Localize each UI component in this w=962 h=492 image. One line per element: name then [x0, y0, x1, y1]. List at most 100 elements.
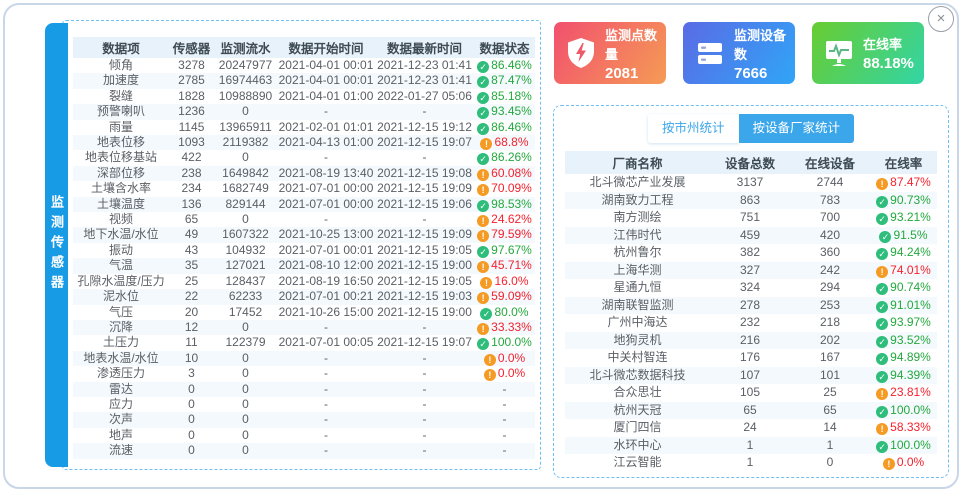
- flow-count-cell: 0: [214, 397, 277, 412]
- start-time-cell: -: [277, 150, 375, 165]
- tab-by-city[interactable]: 按市州统计: [648, 114, 739, 143]
- sensor-count-cell: 2785: [169, 73, 214, 88]
- sensor-count-cell: 0: [169, 428, 214, 443]
- status-cell: ✓86.46%: [474, 120, 535, 135]
- status-rate: 0.0%: [897, 455, 924, 469]
- sensor-count-cell: 1236: [169, 104, 214, 119]
- table-row: 深部位移23816498422021-08-19 13:402021-12-15…: [73, 166, 535, 181]
- status-rate: 0.0%: [498, 366, 525, 380]
- status-cell: ✓100.0%: [474, 335, 535, 350]
- data-item-cell: 土压力: [73, 335, 169, 350]
- sensor-table-body: 倾角3278202479772021-04-01 00:012021-12-23…: [73, 58, 535, 459]
- flow-count-cell: 0: [214, 428, 277, 443]
- start-time-cell: 2021-08-10 12:00: [277, 258, 375, 273]
- col-header-data-item: 数据项: [73, 37, 169, 58]
- total-devices-cell: 382: [710, 244, 790, 262]
- table-row: 气压20174522021-10-26 15:002021-12-15 19:0…: [73, 305, 535, 320]
- start-time-cell: -: [277, 382, 375, 397]
- vendor-name-cell: 水环中心: [565, 437, 710, 455]
- table-row: 预警喇叭12360--✓93.45%: [73, 104, 535, 119]
- start-time-cell: -: [277, 412, 375, 427]
- flow-count-cell: 0: [214, 366, 277, 381]
- status-rate: 93.45%: [491, 104, 532, 118]
- flow-count-cell: 16974463: [214, 73, 277, 88]
- table-row: 土壤含水率23416827492021-07-01 00:002021-12-1…: [73, 181, 535, 196]
- flow-count-cell: 122379: [214, 335, 277, 350]
- close-icon[interactable]: ×: [928, 6, 954, 32]
- table-row: 应力00---: [73, 397, 535, 412]
- tab-by-vendor[interactable]: 按设备厂家统计: [739, 114, 855, 143]
- status-cell: ✓94.39%: [870, 367, 937, 385]
- table-row: 流速00---: [73, 443, 535, 458]
- latest-time-cell: -: [375, 382, 474, 397]
- total-devices-cell: 65: [710, 402, 790, 420]
- latest-time-cell: -: [375, 320, 474, 335]
- table-row: 江伟时代459420✓91.5%: [565, 227, 937, 245]
- table-row: 渗透压力30--!0.0%: [73, 366, 535, 381]
- vendor-name-cell: 湖南联智监测: [565, 297, 710, 315]
- status-cell: ✓90.73%: [870, 192, 937, 210]
- latest-time-cell: 2021-12-15 19:05: [375, 243, 474, 258]
- start-time-cell: -: [277, 428, 375, 443]
- stat-card-label: 监测点数量: [605, 25, 666, 63]
- status-cell: ✓85.18%: [474, 89, 535, 104]
- status-cell: ✓100.0%: [870, 437, 937, 455]
- total-devices-cell: 216: [710, 332, 790, 350]
- sensor-count-cell: 22: [169, 289, 214, 304]
- vertical-label-text: 监测传感器: [47, 195, 66, 295]
- vendor-name-cell: 南方测绘: [565, 209, 710, 227]
- vendor-panel: 按市州统计 按设备厂家统计 厂商名称 设备总数 在线设备 在线率 北斗微芯产业发…: [553, 105, 949, 478]
- status-rate: 87.47%: [491, 73, 532, 87]
- stat-card-label: 监测设备数: [734, 25, 795, 63]
- status-cell: !60.08%: [474, 166, 535, 181]
- total-devices-cell: 24: [710, 419, 790, 437]
- start-time-cell: -: [277, 351, 375, 366]
- data-item-cell: 渗透压力: [73, 366, 169, 381]
- start-time-cell: -: [277, 397, 375, 412]
- status-rate: 58.33%: [890, 420, 931, 434]
- table-row: 次声00---: [73, 412, 535, 427]
- status-cell: -: [474, 412, 535, 427]
- table-row: 泥水位22622332021-07-01 00:212021-12-15 19:…: [73, 289, 535, 304]
- data-item-cell: 地表位移基站: [73, 150, 169, 165]
- server-icon: [695, 37, 725, 69]
- total-devices-cell: 232: [710, 314, 790, 332]
- online-devices-cell: 420: [790, 227, 870, 245]
- status-rate: 94.89%: [890, 350, 931, 364]
- vendor-name-cell: 杭州鲁尔: [565, 244, 710, 262]
- latest-time-cell: 2021-12-15 19:09: [375, 227, 474, 242]
- start-time-cell: -: [277, 104, 375, 119]
- vendor-table-header-row: 厂商名称 设备总数 在线设备 在线率: [565, 151, 937, 174]
- check-circle-icon: ✓: [876, 318, 888, 330]
- table-row: 广州中海达232218✓93.97%: [565, 314, 937, 332]
- table-row: 杭州鲁尔382360✓94.24%: [565, 244, 937, 262]
- status-rate: 97.67%: [491, 243, 532, 257]
- status-cell: ✓87.47%: [474, 73, 535, 88]
- warning-circle-icon: !: [876, 423, 888, 435]
- check-circle-icon: ✓: [480, 308, 492, 320]
- latest-time-cell: 2021-12-15 19:07: [375, 335, 474, 350]
- check-circle-icon: ✓: [477, 338, 489, 350]
- data-item-cell: 孔隙水温度/压力: [73, 274, 169, 289]
- start-time-cell: 2021-10-25 13:00: [277, 227, 375, 242]
- latest-time-cell: 2021-12-23 01:41: [375, 73, 474, 88]
- data-item-cell: 倾角: [73, 58, 169, 73]
- latest-time-cell: 2021-12-23 01:41: [375, 58, 474, 73]
- start-time-cell: 2021-07-01 00:00: [277, 181, 375, 196]
- col-header-total-devices: 设备总数: [710, 151, 790, 174]
- flow-count-cell: 13965911: [214, 120, 277, 135]
- vendor-name-cell: 星通九恒: [565, 279, 710, 297]
- sensor-count-cell: 0: [169, 382, 214, 397]
- online-devices-cell: 202: [790, 332, 870, 350]
- latest-time-cell: 2021-12-15 19:00: [375, 305, 474, 320]
- table-row: 沉降120--!33.33%: [73, 320, 535, 335]
- table-row: 加速度2785169744632021-04-01 00:012021-12-2…: [73, 73, 535, 88]
- flow-count-cell: 1682749: [214, 181, 277, 196]
- status-rate: 16.0%: [494, 274, 528, 288]
- warning-circle-icon: !: [484, 369, 496, 381]
- sensor-count-cell: 234: [169, 181, 214, 196]
- sensor-count-cell: 0: [169, 397, 214, 412]
- sensor-count-cell: 65: [169, 212, 214, 227]
- total-devices-cell: 863: [710, 192, 790, 210]
- vendor-table-body: 北斗微芯产业发展31372744!87.47%湖南致力工程863783✓90.7…: [565, 174, 937, 472]
